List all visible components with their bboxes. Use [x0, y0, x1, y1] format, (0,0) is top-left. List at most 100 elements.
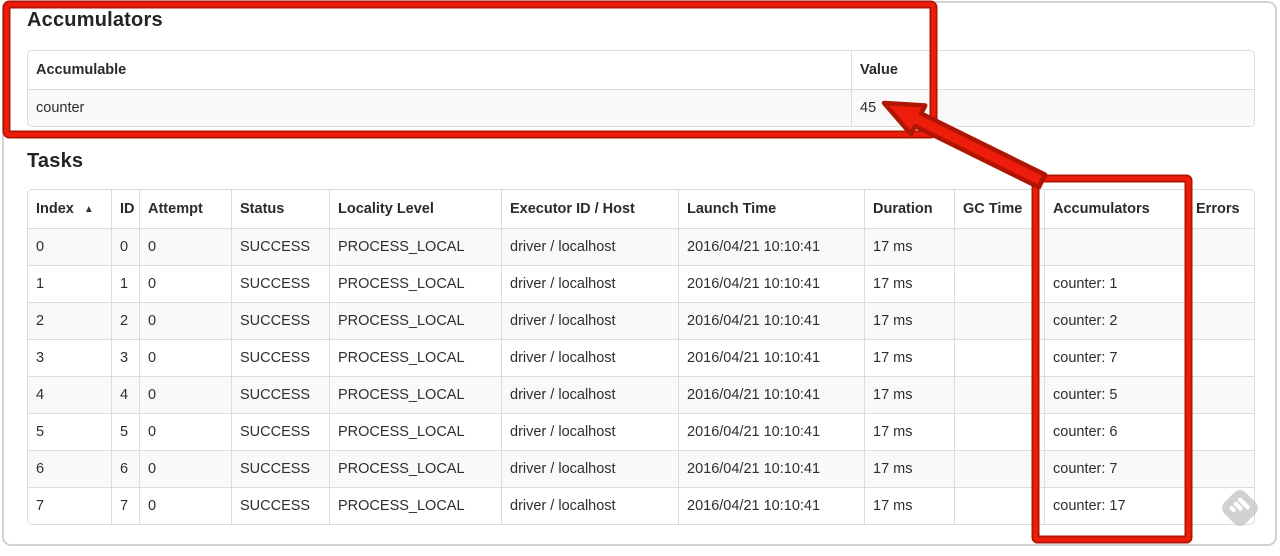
cell-index: 1 — [28, 265, 111, 302]
cell-attempt: 0 — [139, 339, 231, 376]
cell-attempt: 0 — [139, 302, 231, 339]
cell-executor-id-host: driver / localhost — [501, 265, 678, 302]
cell-attempt: 0 — [139, 265, 231, 302]
cell-accumulators: counter: 2 — [1044, 302, 1187, 339]
cell-index: 5 — [28, 413, 111, 450]
accumulators-header-row: Accumulable Value — [28, 51, 1254, 89]
cell-id: 7 — [111, 487, 139, 524]
cell-id: 0 — [111, 228, 139, 265]
cell-errors — [1187, 487, 1254, 524]
column-header-id[interactable]: ID — [111, 190, 139, 228]
cell-launch-time: 2016/04/21 10:10:41 — [678, 376, 864, 413]
cell-gc-time — [954, 376, 1044, 413]
cell-errors — [1187, 228, 1254, 265]
column-header-gc-time[interactable]: GC Time — [954, 190, 1044, 228]
cell-executor-id-host: driver / localhost — [501, 450, 678, 487]
cell-status: SUCCESS — [231, 376, 329, 413]
task-row: 4 4 0 SUCCESS PROCESS_LOCAL driver / localhos… — [28, 376, 1254, 413]
cell-accumulators: counter: 5 — [1044, 376, 1187, 413]
cell-launch-time: 2016/04/21 10:10:41 — [678, 413, 864, 450]
task-row: 5 5 0 SUCCESS PROCESS_LOCAL driver / localhos… — [28, 413, 1254, 450]
column-header-duration[interactable]: Duration — [864, 190, 954, 228]
cell-gc-time — [954, 265, 1044, 302]
cell-launch-time: 2016/04/21 10:10:41 — [678, 228, 864, 265]
cell-errors — [1187, 302, 1254, 339]
cell-gc-time — [954, 302, 1044, 339]
cell-locality-level: PROCESS_LOCAL — [329, 265, 501, 302]
column-header-accumulators[interactable]: Accumulators — [1044, 190, 1187, 228]
cell-accumulators: counter: 6 — [1044, 413, 1187, 450]
column-header-attempt[interactable]: Attempt — [139, 190, 231, 228]
cell-attempt: 0 — [139, 413, 231, 450]
column-header-executor-id-host[interactable]: Executor ID / Host — [501, 190, 678, 228]
tasks-header-row: Index ▲ ID Attempt Status Locality Level … — [28, 190, 1254, 228]
cell-locality-level: PROCESS_LOCAL — [329, 228, 501, 265]
cell-executor-id-host: driver / localhost — [501, 376, 678, 413]
cell-launch-time: 2016/04/21 10:10:41 — [678, 487, 864, 524]
cell-status: SUCCESS — [231, 302, 329, 339]
cell-locality-level: PROCESS_LOCAL — [329, 487, 501, 524]
cell-gc-time — [954, 450, 1044, 487]
column-header-accumulable[interactable]: Accumulable — [28, 51, 851, 89]
cell-executor-id-host: driver / localhost — [501, 339, 678, 376]
column-header-launch-time[interactable]: Launch Time — [678, 190, 864, 228]
page: Accumulators Accumulable Value counter 4… — [0, 0, 1280, 556]
column-header-value[interactable]: Value — [851, 51, 1254, 89]
cell-accumulable-value: 45 — [851, 89, 1254, 126]
accumulators-section-title: Accumulators — [27, 9, 163, 31]
cell-accumulators: counter: 7 — [1044, 339, 1187, 376]
column-header-errors[interactable]: Errors — [1187, 190, 1254, 228]
cell-accumulable-name: counter — [28, 89, 851, 126]
cell-duration: 17 ms — [864, 450, 954, 487]
cell-index: 4 — [28, 376, 111, 413]
column-header-index[interactable]: Index ▲ — [28, 190, 111, 228]
cell-launch-time: 2016/04/21 10:10:41 — [678, 450, 864, 487]
cell-duration: 17 ms — [864, 339, 954, 376]
cell-errors — [1187, 339, 1254, 376]
cell-duration: 17 ms — [864, 413, 954, 450]
cell-index: 2 — [28, 302, 111, 339]
cell-status: SUCCESS — [231, 450, 329, 487]
cell-id: 3 — [111, 339, 139, 376]
cell-duration: 17 ms — [864, 228, 954, 265]
cell-gc-time — [954, 413, 1044, 450]
cell-index: 6 — [28, 450, 111, 487]
cell-attempt: 0 — [139, 487, 231, 524]
cell-status: SUCCESS — [231, 487, 329, 524]
cell-errors — [1187, 265, 1254, 302]
cell-duration: 17 ms — [864, 376, 954, 413]
cell-accumulators: counter: 17 — [1044, 487, 1187, 524]
task-row: 0 0 0 SUCCESS PROCESS_LOCAL driver / localhos… — [28, 228, 1254, 265]
accumulators-table: Accumulable Value counter 45 — [27, 50, 1255, 127]
accumulable-row: counter 45 — [28, 89, 1254, 126]
column-header-locality-level[interactable]: Locality Level — [329, 190, 501, 228]
cell-id: 4 — [111, 376, 139, 413]
cell-locality-level: PROCESS_LOCAL — [329, 450, 501, 487]
cell-locality-level: PROCESS_LOCAL — [329, 339, 501, 376]
cell-gc-time — [954, 339, 1044, 376]
cell-errors — [1187, 413, 1254, 450]
cell-errors — [1187, 376, 1254, 413]
cell-id: 6 — [111, 450, 139, 487]
cell-locality-level: PROCESS_LOCAL — [329, 302, 501, 339]
cell-attempt: 0 — [139, 376, 231, 413]
cell-accumulators: counter: 7 — [1044, 450, 1187, 487]
cell-launch-time: 2016/04/21 10:10:41 — [678, 339, 864, 376]
task-row: 7 7 0 SUCCESS PROCESS_LOCAL driver / localhos… — [28, 487, 1254, 524]
tasks-table: Index ▲ ID Attempt Status Locality Level … — [27, 189, 1255, 525]
cell-duration: 17 ms — [864, 487, 954, 524]
cell-attempt: 0 — [139, 228, 231, 265]
cell-index: 0 — [28, 228, 111, 265]
cell-locality-level: PROCESS_LOCAL — [329, 413, 501, 450]
column-header-status[interactable]: Status — [231, 190, 329, 228]
cell-attempt: 0 — [139, 450, 231, 487]
cell-locality-level: PROCESS_LOCAL — [329, 376, 501, 413]
cell-status: SUCCESS — [231, 339, 329, 376]
task-row: 1 1 0 SUCCESS PROCESS_LOCAL driver / localhos… — [28, 265, 1254, 302]
cell-status: SUCCESS — [231, 265, 329, 302]
cell-id: 5 — [111, 413, 139, 450]
cell-executor-id-host: driver / localhost — [501, 228, 678, 265]
cell-errors — [1187, 450, 1254, 487]
cell-id: 2 — [111, 302, 139, 339]
task-row: 6 6 0 SUCCESS PROCESS_LOCAL driver / localhos… — [28, 450, 1254, 487]
